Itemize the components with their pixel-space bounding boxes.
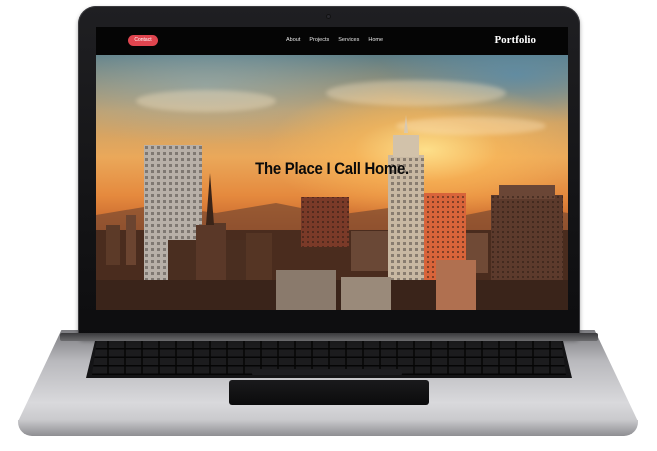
nav-link-about[interactable]: About [286, 35, 300, 46]
hero-title: The Place I Call Home. [255, 159, 409, 178]
nav-link-services[interactable]: Services [338, 35, 359, 46]
city-skyline-image [96, 115, 568, 310]
contact-button[interactable]: Contact [128, 35, 158, 46]
laptop-mockup: Contact About Projects Services Home Por… [0, 0, 657, 451]
laptop-screen: Contact About Projects Services Home Por… [96, 27, 568, 310]
touchpad[interactable] [229, 380, 429, 405]
webcam-icon [326, 14, 331, 19]
laptop-base-edge [18, 420, 638, 436]
hero-section: The Place I Call Home. [96, 55, 568, 310]
nav-link-projects[interactable]: Projects [309, 35, 329, 46]
nav-link-home[interactable]: Home [368, 35, 383, 46]
spacebar [252, 369, 402, 375]
brand-logo[interactable]: Portfolio [494, 32, 536, 48]
nav-links: About Projects Services Home [286, 35, 383, 46]
laptop-hinge [60, 333, 598, 341]
site-navbar: Contact About Projects Services Home Por… [96, 27, 568, 55]
